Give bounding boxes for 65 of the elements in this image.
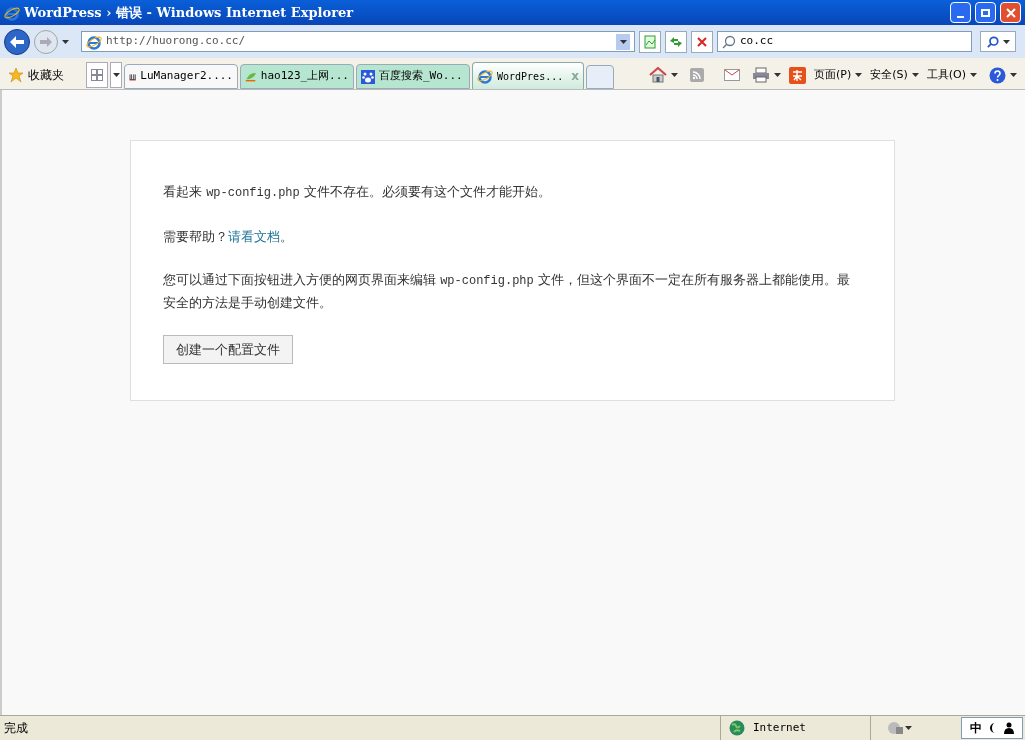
browser-tab[interactable]: LuManager2.... [124, 64, 238, 89]
command-menu-button[interactable]: 安全(S) [870, 66, 919, 84]
dropdown-caret-icon[interactable] [855, 73, 863, 77]
mail-icon[interactable] [723, 69, 740, 81]
message-paragraph: 看起来 wp-config.php 文件不存在。必须要有这个文件才能开始。 [163, 183, 552, 202]
browser-tab[interactable]: 百度搜索_Wo... [356, 64, 470, 89]
message-paragraph: 需要帮助？请看文档。 [163, 228, 294, 246]
search-field[interactable]: co.cc [717, 31, 972, 52]
globe-icon [729, 720, 745, 736]
refresh-icon [669, 35, 683, 48]
search-button[interactable] [980, 31, 1016, 52]
compatibility-button[interactable] [639, 30, 661, 53]
zone-text: Internet [753, 719, 806, 736]
dropdown-caret-icon[interactable] [1002, 39, 1010, 44]
back-arrow-icon [10, 35, 24, 48]
dropdown-caret-icon[interactable] [911, 73, 919, 77]
tab-list-button[interactable] [110, 62, 122, 88]
command-menu-button[interactable]: 页面(P) [813, 66, 863, 84]
browser-tab[interactable]: hao123_上网... [240, 64, 354, 89]
paw-icon [361, 69, 375, 84]
dropdown-caret-icon[interactable] [670, 73, 678, 77]
browser-logo-icon [477, 68, 493, 84]
dropdown-caret-icon[interactable] [905, 726, 912, 730]
status-text: 完成 [3, 720, 29, 737]
person-icon[interactable] [1004, 722, 1014, 734]
input-mode-text[interactable]: 中 [970, 719, 982, 737]
search-icon [722, 34, 736, 49]
browser-logo-icon [4, 4, 20, 21]
message-paragraph: 您可以通过下面按钮进入方便的网页界面来编辑 wp-config.php 文件，但这个界面不一定在所有服务器上都能使用。最安全的方法是手动创建文件。 [163, 271, 851, 312]
moon-icon[interactable] [990, 723, 996, 733]
back-button[interactable] [4, 28, 30, 55]
favorites-button[interactable]: 收藏夹 [4, 61, 68, 89]
home-icon[interactable] [648, 67, 667, 83]
printer-icon[interactable] [751, 67, 770, 83]
close-button[interactable] [1000, 2, 1021, 23]
help-icon[interactable] [989, 66, 1006, 84]
browser-tab[interactable]: WordPres... x [472, 62, 584, 89]
dropdown-caret-icon[interactable] [1010, 73, 1017, 77]
minimize-button[interactable] [950, 2, 971, 23]
dropdown-caret-icon[interactable] [62, 39, 69, 44]
grid-icon [91, 69, 103, 81]
close-icon [1005, 7, 1016, 18]
address-bar[interactable]: http://huorong.co.cc/ [81, 31, 635, 52]
dropdown-caret-icon[interactable] [619, 39, 627, 44]
stop-button[interactable] [691, 30, 713, 53]
dropdown-caret-icon[interactable] [970, 73, 977, 77]
refresh-button[interactable] [665, 30, 687, 53]
browser-logo-icon [86, 33, 102, 50]
page-icon [644, 34, 656, 49]
url-text: http://huorong.co.cc/ [106, 33, 247, 50]
star-icon [8, 67, 24, 83]
search-icon [986, 35, 999, 48]
restore-button[interactable] [975, 2, 996, 23]
dropdown-caret-icon[interactable] [112, 73, 120, 77]
dropdown-caret-icon[interactable] [773, 73, 781, 77]
forward-arrow-icon [40, 36, 52, 47]
stop-icon [697, 36, 707, 47]
code-text: wp-config.php [440, 274, 534, 288]
address-dropdown-button[interactable] [616, 33, 630, 50]
create-config-button[interactable]: 创建一个配置文件 [163, 335, 293, 364]
docs-link[interactable]: 请看文档 [228, 229, 280, 244]
search-value: co.cc [740, 33, 774, 50]
command-menu-button[interactable]: 工具(O) [926, 66, 977, 84]
window-title: WordPress › 错误 - Windows Internet Explorer [24, 3, 355, 22]
code-text: wp-config.php [206, 186, 300, 200]
